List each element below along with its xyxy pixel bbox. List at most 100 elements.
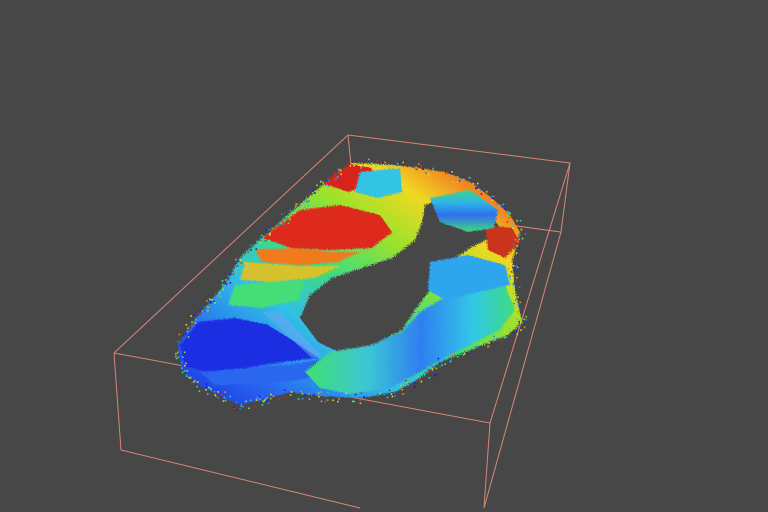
point-speck bbox=[207, 309, 209, 312]
point-speck bbox=[214, 391, 216, 393]
point-speck bbox=[402, 393, 405, 395]
point-speck bbox=[391, 164, 393, 166]
point-speck bbox=[494, 195, 496, 197]
point-speck bbox=[256, 396, 259, 399]
point-speck bbox=[501, 204, 504, 206]
point-speck bbox=[205, 383, 208, 385]
point-speck bbox=[288, 388, 291, 390]
point-speck bbox=[264, 240, 267, 242]
point-speck bbox=[201, 310, 204, 312]
point-cloud-scene[interactable] bbox=[0, 0, 768, 512]
point-speck bbox=[428, 377, 431, 379]
point-speck bbox=[479, 189, 482, 191]
point-speck bbox=[503, 205, 506, 207]
point-speck bbox=[236, 408, 239, 411]
point-speck bbox=[448, 356, 451, 359]
point-speck bbox=[395, 167, 398, 169]
point-speck bbox=[265, 229, 268, 232]
point-speck bbox=[255, 399, 258, 401]
point-speck bbox=[435, 367, 438, 370]
point-speck bbox=[488, 342, 490, 344]
point-speck bbox=[507, 212, 509, 215]
point-speck bbox=[518, 247, 521, 250]
point-speck bbox=[192, 381, 195, 383]
point-speck bbox=[195, 322, 197, 324]
point-speck bbox=[439, 365, 441, 368]
point-speck bbox=[431, 368, 434, 370]
point-speck bbox=[412, 386, 415, 388]
point-speck bbox=[184, 364, 186, 367]
point-speck bbox=[272, 395, 275, 398]
point-speck bbox=[474, 184, 477, 187]
point-speck bbox=[515, 314, 518, 316]
point-speck bbox=[240, 403, 243, 406]
point-speck bbox=[177, 356, 180, 359]
point-speck bbox=[366, 167, 368, 169]
point-speck bbox=[495, 338, 498, 340]
point-speck bbox=[462, 178, 465, 181]
point-speck bbox=[523, 326, 526, 329]
point-speck bbox=[476, 182, 479, 185]
point-speck bbox=[496, 202, 499, 205]
point-speck bbox=[301, 392, 304, 395]
point-speck bbox=[468, 176, 470, 179]
point-speck bbox=[295, 203, 298, 205]
point-speck bbox=[225, 279, 227, 281]
point-speck bbox=[183, 334, 185, 336]
point-speck bbox=[205, 386, 207, 389]
point-speck bbox=[259, 398, 261, 401]
point-speck bbox=[185, 362, 187, 365]
point-speck bbox=[268, 239, 271, 242]
point-speck bbox=[354, 393, 357, 396]
point-speck bbox=[363, 396, 366, 398]
point-speck bbox=[414, 386, 416, 388]
point-speck bbox=[340, 173, 342, 176]
point-speck bbox=[324, 400, 327, 403]
point-speck bbox=[199, 310, 201, 312]
point-speck bbox=[432, 364, 435, 367]
point-speck bbox=[261, 395, 264, 397]
point-speck bbox=[308, 200, 310, 202]
point-speck bbox=[207, 306, 210, 308]
point-speck bbox=[188, 377, 191, 379]
point-speck bbox=[449, 360, 452, 362]
point-speck bbox=[183, 370, 186, 372]
point-speck bbox=[516, 245, 519, 247]
point-speck bbox=[322, 181, 324, 184]
point-speck bbox=[233, 406, 235, 408]
point-speck bbox=[177, 364, 180, 366]
point-speck bbox=[185, 369, 188, 371]
point-speck bbox=[479, 342, 482, 345]
point-speck bbox=[496, 205, 499, 208]
point-speck bbox=[353, 164, 355, 167]
point-speck bbox=[250, 244, 252, 247]
point-speck bbox=[212, 391, 215, 393]
point-speck bbox=[325, 179, 328, 182]
point-speck bbox=[210, 388, 212, 391]
point-speck bbox=[245, 251, 248, 254]
point-speck bbox=[515, 252, 518, 254]
point-speck bbox=[220, 295, 222, 298]
3d-viewport[interactable] bbox=[0, 0, 768, 512]
terrain-point-cloud[interactable] bbox=[178, 163, 522, 405]
point-speck bbox=[339, 170, 342, 172]
point-speck bbox=[210, 301, 213, 304]
point-speck bbox=[297, 398, 300, 400]
point-speck bbox=[175, 355, 177, 358]
point-speck bbox=[435, 373, 437, 376]
point-speck bbox=[260, 234, 263, 237]
point-speck bbox=[419, 378, 422, 380]
point-speck bbox=[261, 404, 264, 406]
point-speck bbox=[333, 171, 335, 174]
point-speck bbox=[444, 363, 446, 365]
point-speck bbox=[516, 219, 518, 222]
point-speck bbox=[223, 396, 226, 399]
point-speck bbox=[512, 243, 515, 246]
point-speck bbox=[406, 380, 409, 383]
point-speck bbox=[175, 357, 178, 360]
point-speck bbox=[255, 240, 258, 243]
point-speck bbox=[525, 315, 527, 318]
point-speck bbox=[327, 185, 330, 187]
point-speck bbox=[396, 162, 399, 165]
point-speck bbox=[209, 298, 211, 301]
